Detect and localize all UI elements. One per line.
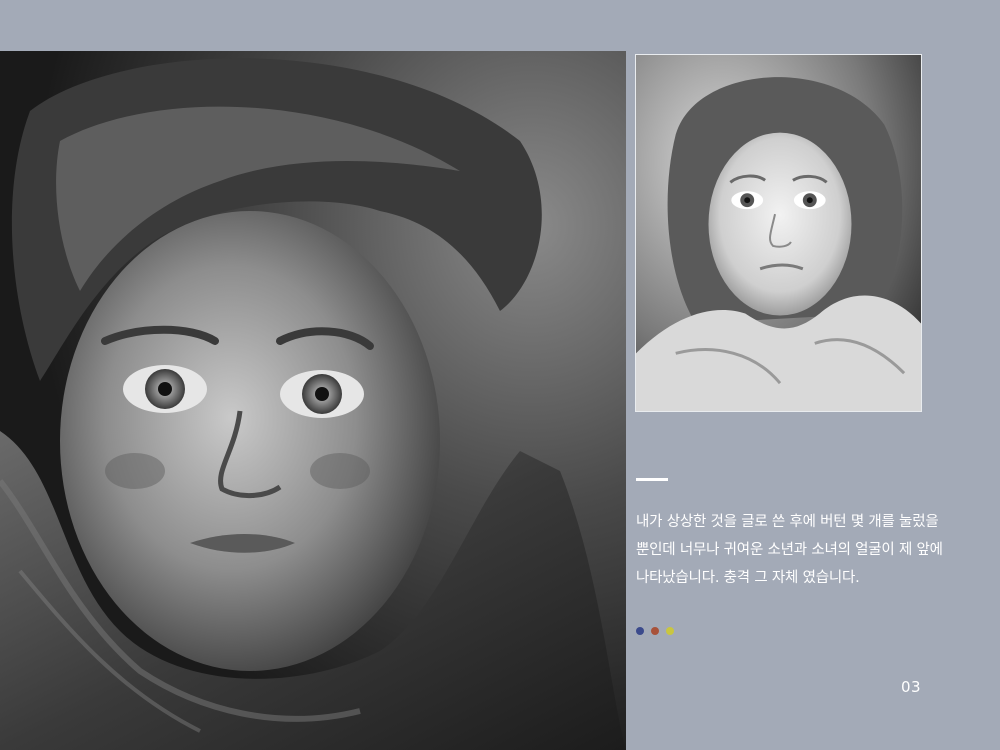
caption-line-3: 나타났습니다. 충격 그 자체 였습니다. xyxy=(636,570,860,586)
dot-blue xyxy=(636,627,644,635)
accent-divider xyxy=(636,478,668,481)
dot-yellow xyxy=(666,627,674,635)
color-dots xyxy=(636,627,674,635)
caption-line-1: 내가 상상한 것을 글로 쓴 후에 버턴 몇 개를 눌렀을 xyxy=(636,514,939,530)
thumbnail-portrait-image xyxy=(635,54,922,412)
caption-text: 내가 상상한 것을 글로 쓴 후에 버턴 몇 개를 눌렀을 뿐인데 너무나 귀여… xyxy=(636,508,996,592)
hero-portrait-image xyxy=(0,51,626,750)
caption-line-2: 뿐인데 너무나 귀여운 소년과 소녀의 얼굴이 제 앞에 xyxy=(636,542,943,558)
page-number: 03 xyxy=(901,678,922,696)
dot-red xyxy=(651,627,659,635)
